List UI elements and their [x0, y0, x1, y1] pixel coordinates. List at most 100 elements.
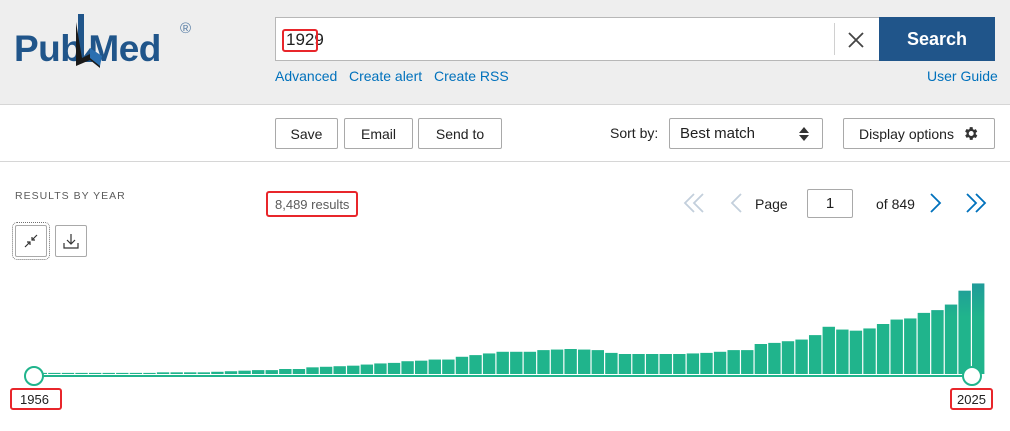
advanced-link[interactable]: Advanced [275, 68, 337, 84]
year-bar-2016[interactable] [849, 330, 863, 374]
year-bar-1987[interactable] [455, 356, 469, 374]
year-bar-1981[interactable] [374, 363, 387, 374]
year-bar-1966[interactable] [170, 372, 183, 374]
year-bar-2011[interactable] [781, 341, 795, 374]
display-options-button[interactable]: Display options [843, 118, 995, 149]
year-bar-2010[interactable] [768, 342, 781, 374]
year-bar-1989[interactable] [482, 353, 496, 374]
year-bar-1997[interactable] [591, 350, 604, 374]
year-bar-1959[interactable] [75, 372, 88, 374]
year-bar-1992[interactable] [523, 351, 537, 374]
timeline-start-handle[interactable] [24, 366, 44, 386]
year-bar-2009[interactable] [754, 344, 768, 374]
year-bar-1976[interactable] [306, 367, 319, 374]
year-bar-1958[interactable] [61, 372, 75, 374]
pubmed-logo[interactable]: Pub Med ® [14, 14, 204, 74]
create-rss-link[interactable]: Create RSS [434, 68, 509, 84]
year-bar-2001[interactable] [645, 354, 659, 374]
count-highlight-box [266, 191, 358, 217]
year-bar-1996[interactable] [578, 349, 591, 374]
gear-icon [965, 127, 978, 140]
email-button[interactable]: Email [344, 118, 413, 149]
year-bar-1979[interactable] [347, 365, 360, 374]
year-bar-1965[interactable] [156, 372, 170, 374]
clear-separator [834, 23, 835, 55]
year-bar-1957[interactable] [48, 372, 61, 374]
sort-arrows-icon [799, 127, 809, 141]
next-page-button[interactable] [922, 190, 950, 216]
year-bar-1993[interactable] [537, 350, 550, 374]
year-bar-2025[interactable] [972, 283, 985, 374]
year-bar-2018[interactable] [876, 324, 890, 374]
year-bar-1962[interactable] [116, 372, 129, 374]
year-bar-2002[interactable] [659, 354, 672, 374]
close-icon [848, 32, 864, 48]
year-bar-1988[interactable] [469, 355, 482, 374]
first-page-button[interactable] [680, 190, 708, 216]
year-bar-2013[interactable] [808, 335, 822, 374]
results-by-year-label: RESULTS BY YEAR [15, 190, 126, 202]
timeline-end-handle[interactable] [962, 366, 982, 386]
year-bar-2012[interactable] [795, 339, 808, 374]
year-bar-2017[interactable] [863, 328, 876, 374]
year-bar-1970[interactable] [224, 371, 238, 374]
display-options-label: Display options [859, 125, 954, 142]
year-bar-2004[interactable] [686, 353, 700, 374]
year-bar-1971[interactable] [238, 370, 251, 374]
search-button[interactable]: Search [879, 17, 995, 61]
year-bar-2024[interactable] [958, 290, 971, 374]
search-input[interactable] [286, 28, 826, 52]
year-bar-1961[interactable] [102, 372, 115, 374]
year-bar-1969[interactable] [211, 371, 224, 374]
year-bar-2021[interactable] [917, 312, 931, 374]
year-bar-2000[interactable] [632, 354, 645, 374]
year-bar-1960[interactable] [88, 372, 102, 374]
year-bar-1990[interactable] [496, 351, 509, 374]
chevron-left-icon [730, 193, 742, 213]
year-bar-1977[interactable] [319, 366, 333, 374]
year-bar-2015[interactable] [836, 329, 849, 374]
year-bar-1978[interactable] [333, 366, 346, 374]
year-bar-2022[interactable] [931, 310, 944, 374]
year-bar-2020[interactable] [904, 318, 917, 374]
year-bar-1985[interactable] [428, 359, 441, 374]
last-page-button[interactable] [962, 190, 990, 216]
year-bar-2007[interactable] [727, 350, 740, 374]
year-bar-1994[interactable] [550, 349, 564, 374]
year-bar-1963[interactable] [129, 372, 143, 374]
save-button[interactable]: Save [275, 118, 338, 149]
page-number-input[interactable] [807, 189, 853, 218]
year-bar-1984[interactable] [415, 360, 428, 374]
year-bar-2019[interactable] [890, 319, 903, 374]
year-bar-1999[interactable] [618, 354, 632, 374]
year-bar-2003[interactable] [673, 354, 686, 374]
sort-select[interactable]: Best match [669, 118, 823, 149]
year-bar-1974[interactable] [279, 369, 292, 374]
previous-page-button[interactable] [722, 190, 750, 216]
double-chevron-left-icon [683, 193, 704, 213]
year-bar-1968[interactable] [197, 372, 211, 374]
year-bar-2008[interactable] [741, 350, 754, 374]
year-bar-1964[interactable] [143, 372, 156, 374]
year-bar-1991[interactable] [510, 351, 523, 374]
page-total: of 849 [876, 196, 915, 212]
clear-search-button[interactable] [842, 26, 870, 54]
year-bar-1980[interactable] [360, 364, 374, 374]
year-bar-1975[interactable] [292, 369, 306, 374]
year-bar-2014[interactable] [822, 326, 835, 374]
year-bar-1998[interactable] [605, 352, 618, 374]
user-guide-link[interactable]: User Guide [927, 68, 998, 84]
year-bar-1972[interactable] [251, 370, 265, 374]
year-bar-2023[interactable] [944, 304, 958, 374]
year-bar-2006[interactable] [713, 351, 727, 374]
year-bar-1973[interactable] [265, 370, 278, 374]
year-bar-2005[interactable] [700, 352, 713, 374]
year-bar-1982[interactable] [387, 362, 401, 374]
year-bar-1967[interactable] [184, 372, 197, 374]
send-to-button[interactable]: Send to [418, 118, 502, 149]
year-bar-1986[interactable] [442, 359, 455, 374]
double-chevron-right-icon [966, 193, 987, 213]
year-bar-1983[interactable] [401, 361, 414, 374]
year-bar-1995[interactable] [564, 349, 577, 374]
create-alert-link[interactable]: Create alert [349, 68, 422, 84]
